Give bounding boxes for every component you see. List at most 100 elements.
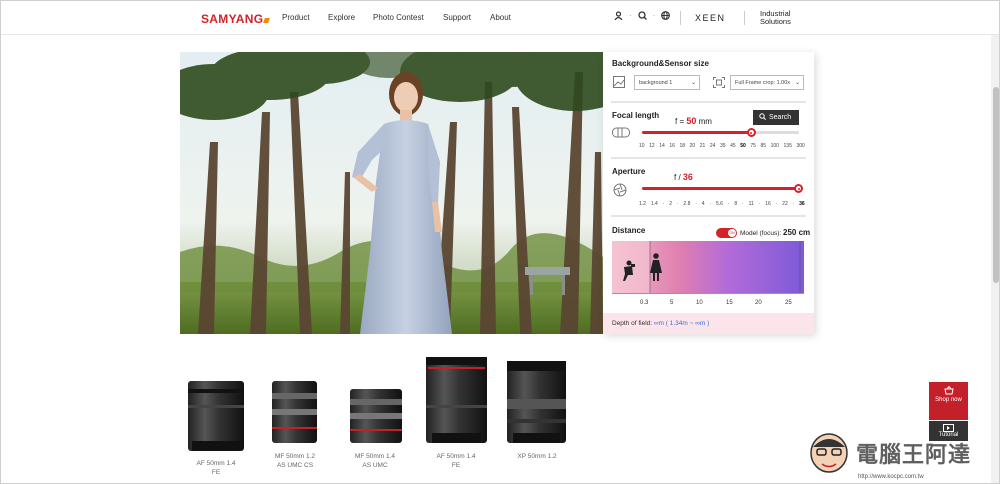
- lens-product-5[interactable]: [507, 361, 566, 443]
- lens-name-4[interactable]: AF 50mm 1.4 FE: [421, 452, 491, 470]
- focal-length-tick[interactable]: 75: [750, 143, 756, 149]
- lens-icon: [612, 127, 630, 138]
- globe-icon[interactable]: [661, 11, 671, 20]
- search-button[interactable]: Search: [753, 110, 799, 125]
- samyang-logo[interactable]: SAMYANG: [201, 12, 271, 26]
- search-icon[interactable]: [638, 11, 647, 20]
- model-icon: [650, 253, 662, 281]
- focal-length-fill: [642, 131, 752, 134]
- section-divider: [611, 157, 806, 159]
- header-divider: [680, 11, 681, 25]
- focal-length-tick[interactable]: 20: [690, 143, 696, 149]
- aperture-tick[interactable]: ·: [776, 201, 778, 207]
- nav-photo-contest[interactable]: Photo Contest: [373, 13, 424, 22]
- aperture-tick[interactable]: 4: [702, 201, 705, 207]
- focal-length-slider-handle[interactable]: [746, 128, 756, 137]
- nav-support[interactable]: Support: [443, 13, 471, 22]
- search-icon: [759, 113, 766, 120]
- toggle-knob: ON: [728, 229, 736, 237]
- focal-length-title: Focal length: [612, 111, 660, 120]
- scrollbar-thumb[interactable]: [993, 87, 999, 283]
- focal-length-tick[interactable]: 18: [680, 143, 686, 149]
- aperture-tick[interactable]: 2: [669, 201, 672, 207]
- aperture-tick[interactable]: 2.8: [683, 201, 690, 207]
- aperture-tick[interactable]: 1.4: [651, 201, 658, 207]
- focal-length-tick[interactable]: 85: [761, 143, 767, 149]
- aperture-tick[interactable]: 5.6: [716, 201, 723, 207]
- depth-of-field-readout: Depth of field: ∞m ( 1.34m ~ ∞m ): [603, 313, 814, 334]
- lens-product-3[interactable]: [350, 389, 402, 443]
- aperture-tick[interactable]: 36: [799, 201, 805, 207]
- user-icon[interactable]: [614, 11, 623, 20]
- distance-tick: 10: [696, 300, 703, 306]
- background-select[interactable]: background 1 ⌄: [634, 75, 700, 90]
- simulation-photo: [180, 52, 603, 334]
- nav-about[interactable]: About: [490, 13, 511, 22]
- separator-dot: ·: [629, 11, 632, 20]
- watermark-mascot: [810, 433, 848, 473]
- play-icon: [943, 424, 954, 432]
- lens-product-2[interactable]: [272, 381, 317, 443]
- section-divider: [611, 215, 806, 217]
- aperture-tick[interactable]: 1.2: [639, 201, 646, 207]
- aperture-readout: f / 36: [674, 172, 693, 182]
- lens-name-5[interactable]: XP 50mm 1.2: [501, 452, 573, 461]
- sensor-crop-icon: [713, 77, 725, 88]
- background-sensor-title: Background&Sensor size: [612, 59, 709, 68]
- site-header: SAMYANG Product Explore Photo Contest Su…: [1, 1, 999, 35]
- focal-length-tick[interactable]: 135: [784, 143, 792, 149]
- separator-dot: ·: [652, 11, 656, 20]
- focal-length-tick[interactable]: 35: [720, 143, 726, 149]
- watermark-url: http://www.kocpc.com.tw: [858, 474, 924, 480]
- lens-name-1[interactable]: AF 50mm 1.4 FE: [181, 459, 251, 477]
- aperture-tick[interactable]: ·: [709, 201, 711, 207]
- aperture-tick[interactable]: ·: [695, 201, 697, 207]
- focal-length-tick[interactable]: 10: [639, 143, 645, 149]
- aperture-tick[interactable]: ·: [677, 201, 679, 207]
- aperture-tick[interactable]: ·: [793, 201, 795, 207]
- focal-length-tick[interactable]: 45: [730, 143, 736, 149]
- industrial-solutions-link[interactable]: Industrial Solutions: [760, 10, 791, 26]
- aperture-tick[interactable]: 16: [765, 201, 771, 207]
- focal-length-tick[interactable]: 21: [700, 143, 706, 149]
- focal-length-tick[interactable]: 12: [649, 143, 655, 149]
- shop-now-button[interactable]: Shop now: [929, 382, 968, 420]
- aperture-title: Aperture: [612, 167, 646, 176]
- nav-explore[interactable]: Explore: [328, 13, 355, 22]
- focal-length-tick[interactable]: 14: [659, 143, 665, 149]
- aperture-tick[interactable]: 8: [734, 201, 737, 207]
- aperture-tick[interactable]: ·: [663, 201, 665, 207]
- lens-name-3[interactable]: MF 50mm 1.4 AS UMC: [339, 452, 411, 470]
- sensor-size-select[interactable]: Full Frame crop: 1.00x ⌄: [730, 75, 804, 90]
- model-focus-distance: Model (focus): 250 cm: [740, 228, 811, 237]
- header-divider: [744, 11, 745, 25]
- aperture-tick[interactable]: 22: [782, 201, 788, 207]
- aperture-tick[interactable]: 11: [749, 201, 754, 207]
- basket-icon: [943, 386, 954, 395]
- watermark-text: 電腦王阿達: [856, 442, 972, 467]
- distance-visualizer[interactable]: [612, 241, 804, 293]
- distance-title: Distance: [612, 226, 646, 235]
- focal-length-tick[interactable]: 300: [796, 143, 804, 149]
- page: SAMYANG Product Explore Photo Contest Su…: [0, 0, 1000, 484]
- aperture-ticks: 1.2 1.4 · 2 · 2.8 · 4 · 5.6 · 8 · 11 · 16 · 22 · 36: [639, 201, 805, 207]
- focal-length-tick[interactable]: 24: [710, 143, 716, 149]
- distance-tick: 5: [670, 300, 674, 306]
- aperture-fill: [642, 187, 799, 190]
- aperture-tick[interactable]: ·: [742, 201, 744, 207]
- nav-product[interactable]: Product: [282, 13, 310, 22]
- focal-length-tick[interactable]: 100: [771, 143, 779, 149]
- xeen-link[interactable]: XEEN: [695, 13, 726, 23]
- lens-name-2[interactable]: MF 50mm 1.2 AS UMC CS: [259, 452, 331, 470]
- aperture-slider-handle[interactable]: [794, 184, 803, 193]
- aperture-tick[interactable]: ·: [759, 201, 761, 207]
- distance-tick: 0.3: [640, 300, 649, 306]
- aperture-icon: [613, 183, 627, 197]
- focal-length-tick[interactable]: 16: [669, 143, 675, 149]
- aperture-tick[interactable]: ·: [728, 201, 730, 207]
- lens-product-4[interactable]: [426, 357, 487, 443]
- chevron-down-icon: ⌄: [794, 80, 800, 86]
- lens-product-1[interactable]: [188, 381, 244, 451]
- model-focus-toggle[interactable]: ON: [716, 228, 737, 238]
- focal-length-tick[interactable]: 50: [740, 143, 746, 149]
